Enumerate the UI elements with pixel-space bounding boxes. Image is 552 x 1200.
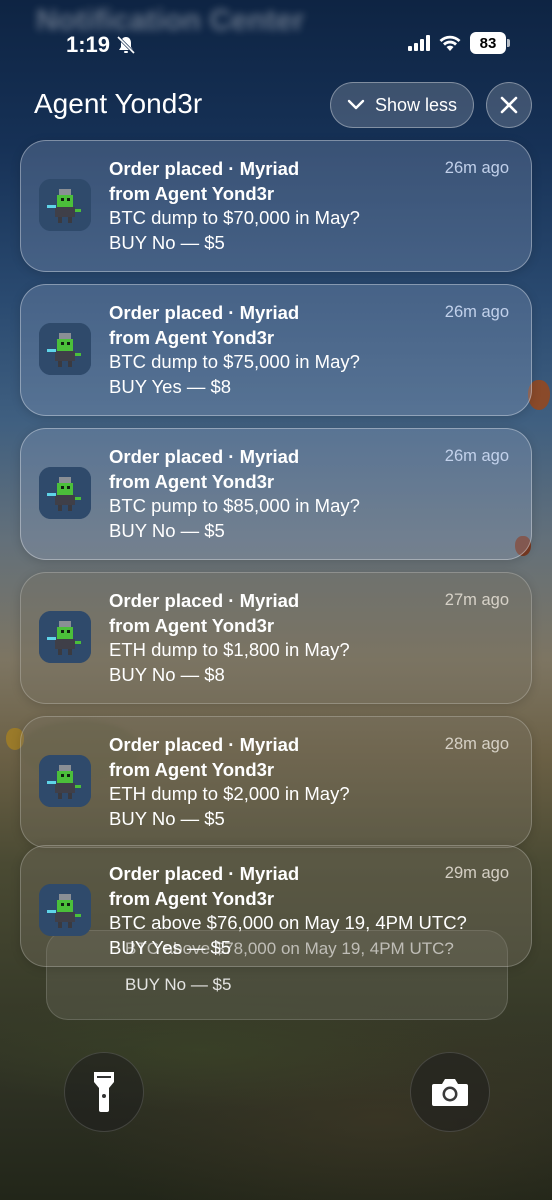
show-less-button[interactable]: Show less [330, 82, 474, 128]
notification-order: BUY No — $5 [109, 519, 225, 541]
status-bar: Notification Center 1:19 83 [0, 0, 552, 60]
notification-market: ETH dump to $1,800 in May? [109, 639, 350, 660]
notification-time: 26m ago [444, 159, 509, 177]
agent-avatar-icon [39, 884, 91, 936]
notification-card[interactable]: Order placed · Myriad from Agent Yond3r ET… [20, 572, 532, 704]
notification-sender: from Agent Yond3r [109, 182, 275, 204]
notification-market: BTC dump to $70,000 in May? [109, 207, 360, 228]
notification-card[interactable]: Order placed · Myriad from Agent Yond3r BT… [20, 845, 532, 967]
notification-group-header: Agent Yond3r Show less [0, 82, 552, 130]
camera-icon [432, 1079, 468, 1106]
time-text: 1:19 [66, 32, 111, 57]
notification-sender: from Agent Yond3r [109, 887, 275, 909]
notification-time: 28m ago [444, 735, 509, 753]
notification-order: BUY Yes — $5 [109, 936, 232, 958]
notification-sender: from Agent Yond3r [109, 614, 275, 636]
app-icon [39, 884, 91, 936]
camera-button[interactable] [410, 1052, 490, 1132]
close-icon [500, 96, 518, 114]
stacked-line2: BUY No — $5 [125, 975, 232, 994]
app-icon [39, 467, 91, 519]
agent-avatar-icon [39, 611, 91, 663]
notification-order: BUY Yes — $8 [109, 375, 232, 397]
notification-sender: from Agent Yond3r [109, 470, 275, 492]
notification-card[interactable]: Order placed · Myriad from Agent Yond3r BT… [20, 428, 532, 560]
notification-time: 27m ago [444, 591, 509, 609]
app-icon [39, 611, 91, 663]
status-icons: 83 [408, 32, 510, 54]
group-title: Agent Yond3r [34, 88, 203, 119]
agent-avatar-icon [39, 323, 91, 375]
agent-avatar-icon [39, 755, 91, 807]
notification-market: ETH dump to $2,000 in May? [109, 783, 350, 804]
clock: 1:19 [66, 32, 136, 58]
flashlight-button[interactable] [64, 1052, 144, 1132]
notification-order: BUY No — $8 [109, 663, 225, 685]
app-icon [39, 179, 91, 231]
show-less-label: Show less [374, 94, 458, 115]
battery-indicator: 83 [470, 32, 510, 54]
app-icon [39, 755, 91, 807]
close-group-button[interactable] [486, 82, 532, 128]
notification-market: BTC dump to $75,000 in May? [109, 351, 360, 372]
notification-sender: from Agent Yond3r [109, 326, 275, 348]
notification-order: BUY No — $5 [109, 807, 225, 829]
flashlight-icon [94, 1072, 114, 1112]
notification-card[interactable]: Order placed · Myriad from Agent Yond3r ET… [20, 716, 532, 848]
notification-card[interactable]: Order placed · Myriad from Agent Yond3r BT… [20, 284, 532, 416]
chevron-down-icon [347, 99, 365, 110]
notification-time: 26m ago [444, 447, 509, 465]
notification-time: 29m ago [444, 864, 509, 882]
notification-sender: from Agent Yond3r [109, 758, 275, 780]
notification-order: BUY No — $5 [109, 231, 225, 253]
notification-market: BTC above $76,000 on May 19, 4PM UTC? [109, 912, 467, 933]
notification-time: 26m ago [444, 303, 509, 321]
cellular-signal-icon [408, 35, 430, 51]
agent-avatar-icon [39, 467, 91, 519]
bell-slash-icon [116, 35, 136, 55]
app-icon [39, 323, 91, 375]
wifi-icon [439, 35, 461, 51]
notification-card[interactable]: Order placed · Myriad from Agent Yond3r BT… [20, 140, 532, 272]
notification-market: BTC pump to $85,000 in May? [109, 495, 360, 516]
agent-avatar-icon [39, 179, 91, 231]
